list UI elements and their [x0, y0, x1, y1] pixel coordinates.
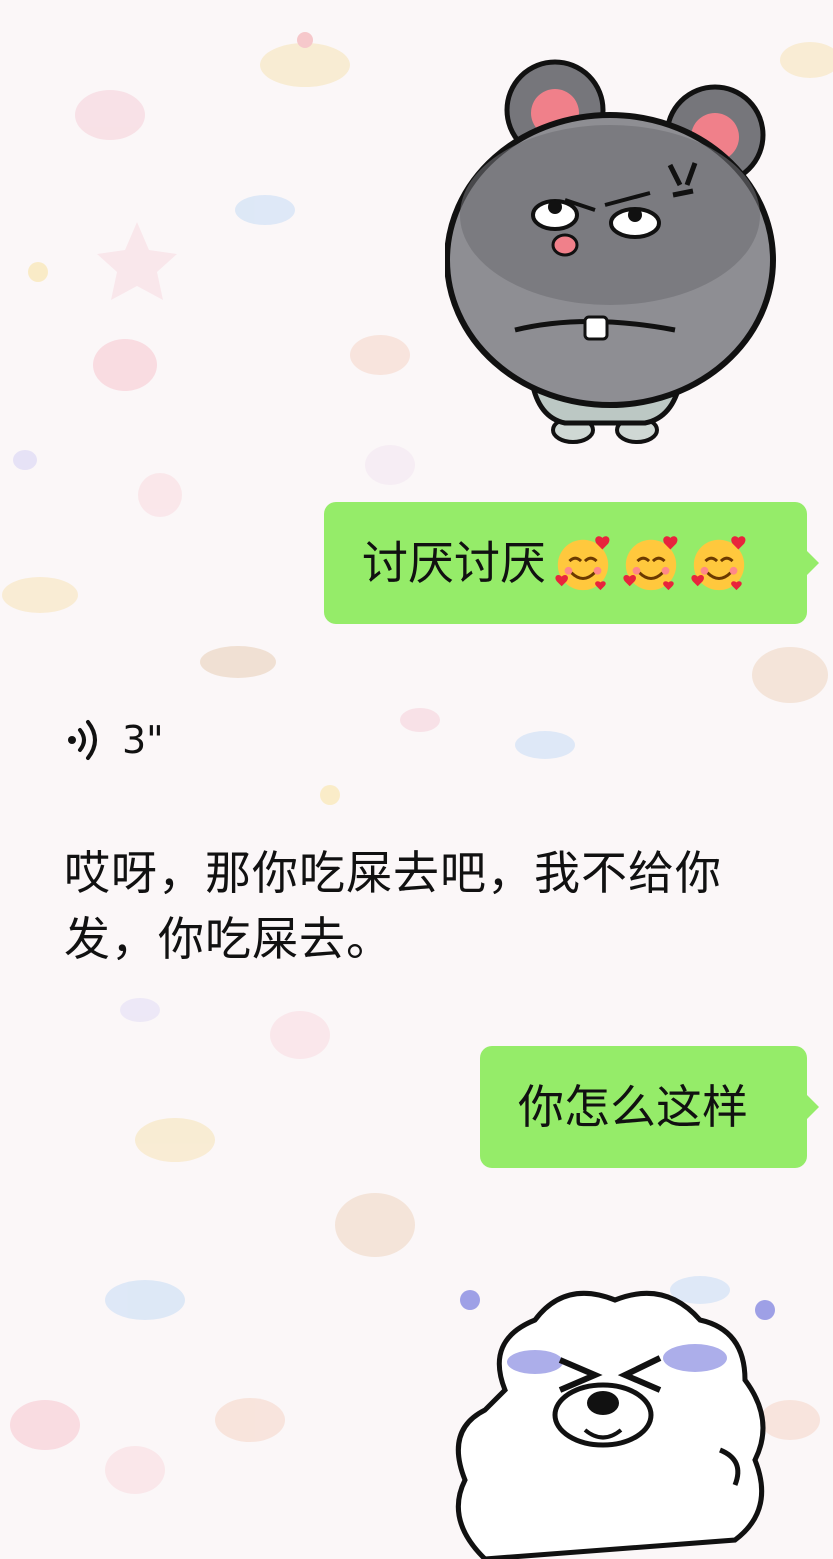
message-text: 你怎么这样 — [518, 1080, 748, 1134]
crying-puppy-sticker[interactable] — [445, 1280, 785, 1559]
voice-transcript: 哎呀，那你吃屎去吧，我不给你发，你吃屎去。 — [64, 846, 722, 966]
voice-wave-icon — [68, 720, 97, 760]
smiling-face-with-hearts-emoji — [623, 536, 678, 591]
message-text: 讨厌讨厌 — [362, 536, 546, 590]
bubble-tail — [807, 1095, 819, 1119]
voice-duration: 3" — [122, 718, 164, 762]
voice-message[interactable]: 3" — [64, 712, 164, 768]
angry-mouse-sticker[interactable] — [445, 55, 780, 450]
smiling-face-with-hearts-emoji — [691, 536, 746, 591]
bubble-tail — [807, 551, 819, 575]
message-bubble-self[interactable]: 你怎么这样 — [480, 1046, 819, 1168]
message-bubble-self[interactable]: 讨厌讨厌 — [324, 502, 819, 624]
smiling-face-with-hearts-emoji — [555, 536, 610, 591]
